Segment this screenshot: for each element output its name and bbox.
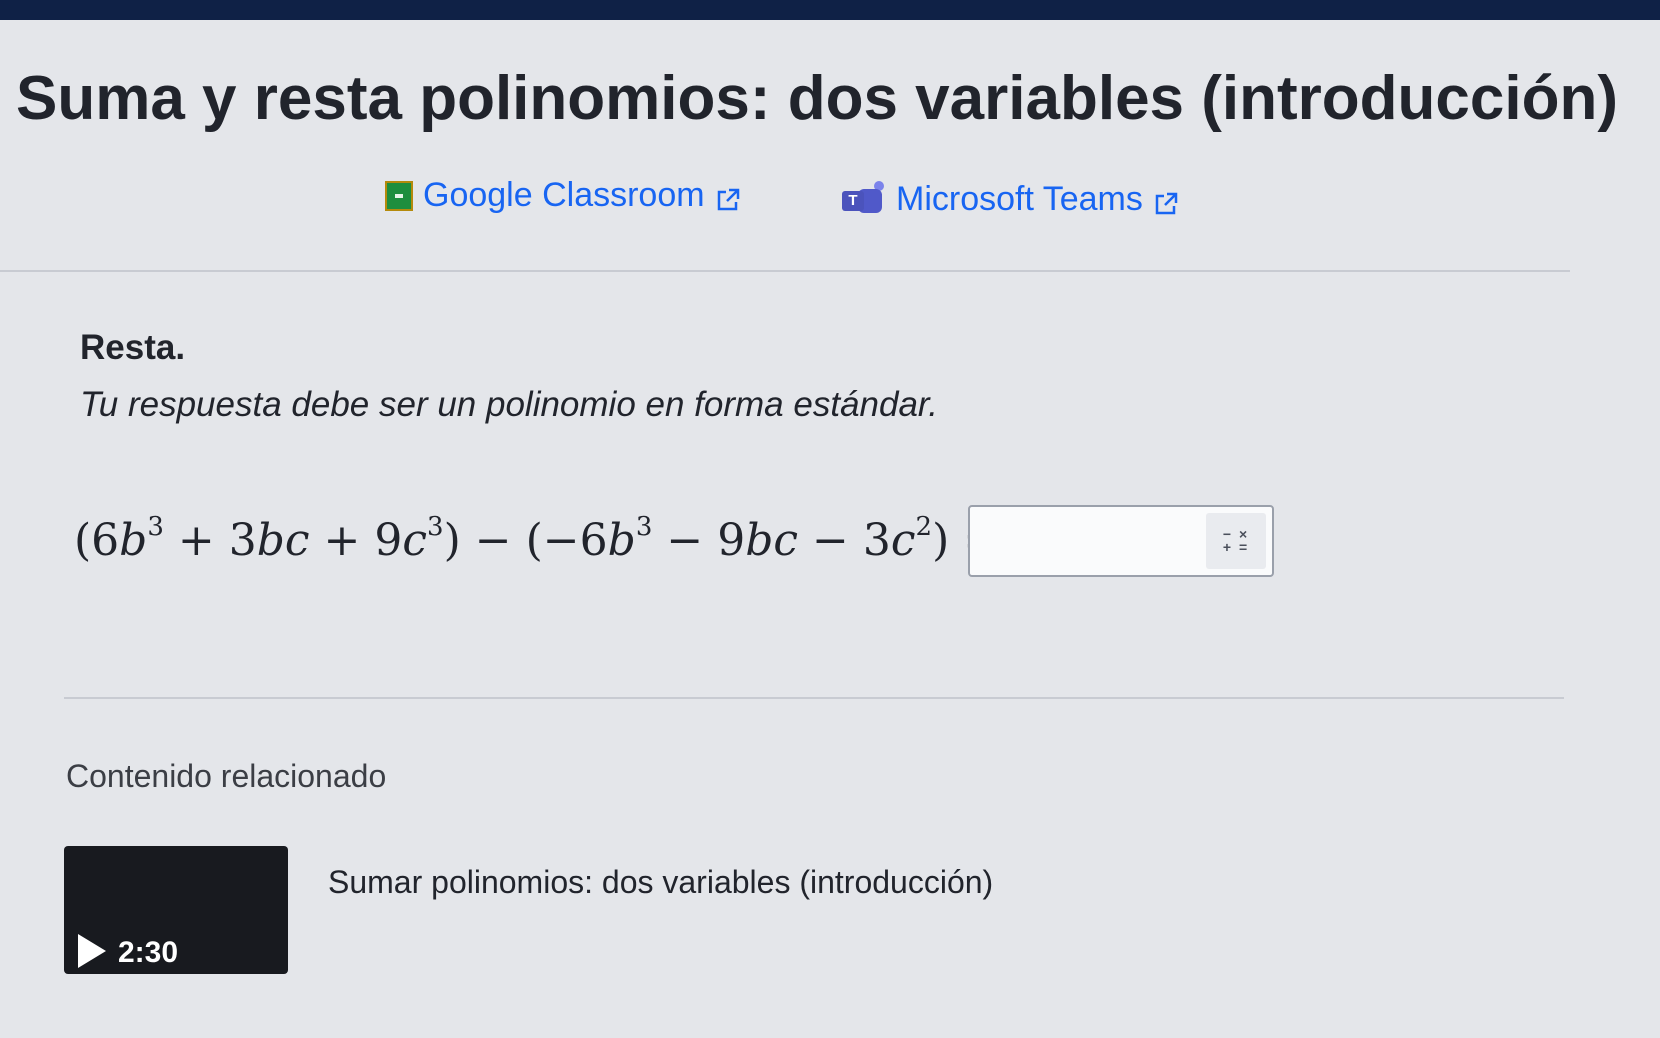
section-divider bbox=[0, 270, 1570, 272]
microsoft-teams-label: Microsoft Teams bbox=[896, 180, 1143, 218]
top-navigation-bar bbox=[0, 0, 1660, 20]
video-duration: 2:30 bbox=[118, 936, 179, 969]
math-keyboard-icon: − × + = bbox=[1222, 526, 1250, 555]
page-title: Suma y resta polinomios: dos variables (… bbox=[16, 64, 1618, 133]
external-link-icon bbox=[1153, 187, 1179, 214]
section-divider bbox=[64, 697, 1564, 699]
problem-title: Resta. bbox=[80, 328, 186, 367]
microsoft-teams-icon: T bbox=[842, 180, 886, 215]
related-content-heading: Contenido relacionado bbox=[66, 758, 387, 794]
external-link-icon bbox=[715, 183, 741, 210]
related-video-title[interactable]: Sumar polinomios: dos variables (introdu… bbox=[328, 864, 993, 901]
play-icon bbox=[78, 934, 106, 968]
video-thumbnail[interactable]: 2:30 bbox=[64, 846, 288, 974]
share-links: Google Classroom T Microsoft Teams bbox=[0, 172, 1660, 222]
math-keyboard-button[interactable]: − × + = bbox=[1206, 513, 1266, 569]
problem-equation: (6b3 + 3bc + 9c3) − (−6b3 − 9bc − 3c2) = bbox=[74, 512, 1001, 566]
google-classroom-icon bbox=[385, 180, 413, 211]
microsoft-teams-link[interactable]: T Microsoft Teams bbox=[842, 180, 1179, 219]
google-classroom-link[interactable]: Google Classroom bbox=[385, 176, 741, 215]
answer-input[interactable]: − × + = bbox=[968, 505, 1274, 577]
google-classroom-label: Google Classroom bbox=[423, 176, 705, 214]
problem-instruction: Tu respuesta debe ser un polinomio en fo… bbox=[80, 385, 938, 424]
